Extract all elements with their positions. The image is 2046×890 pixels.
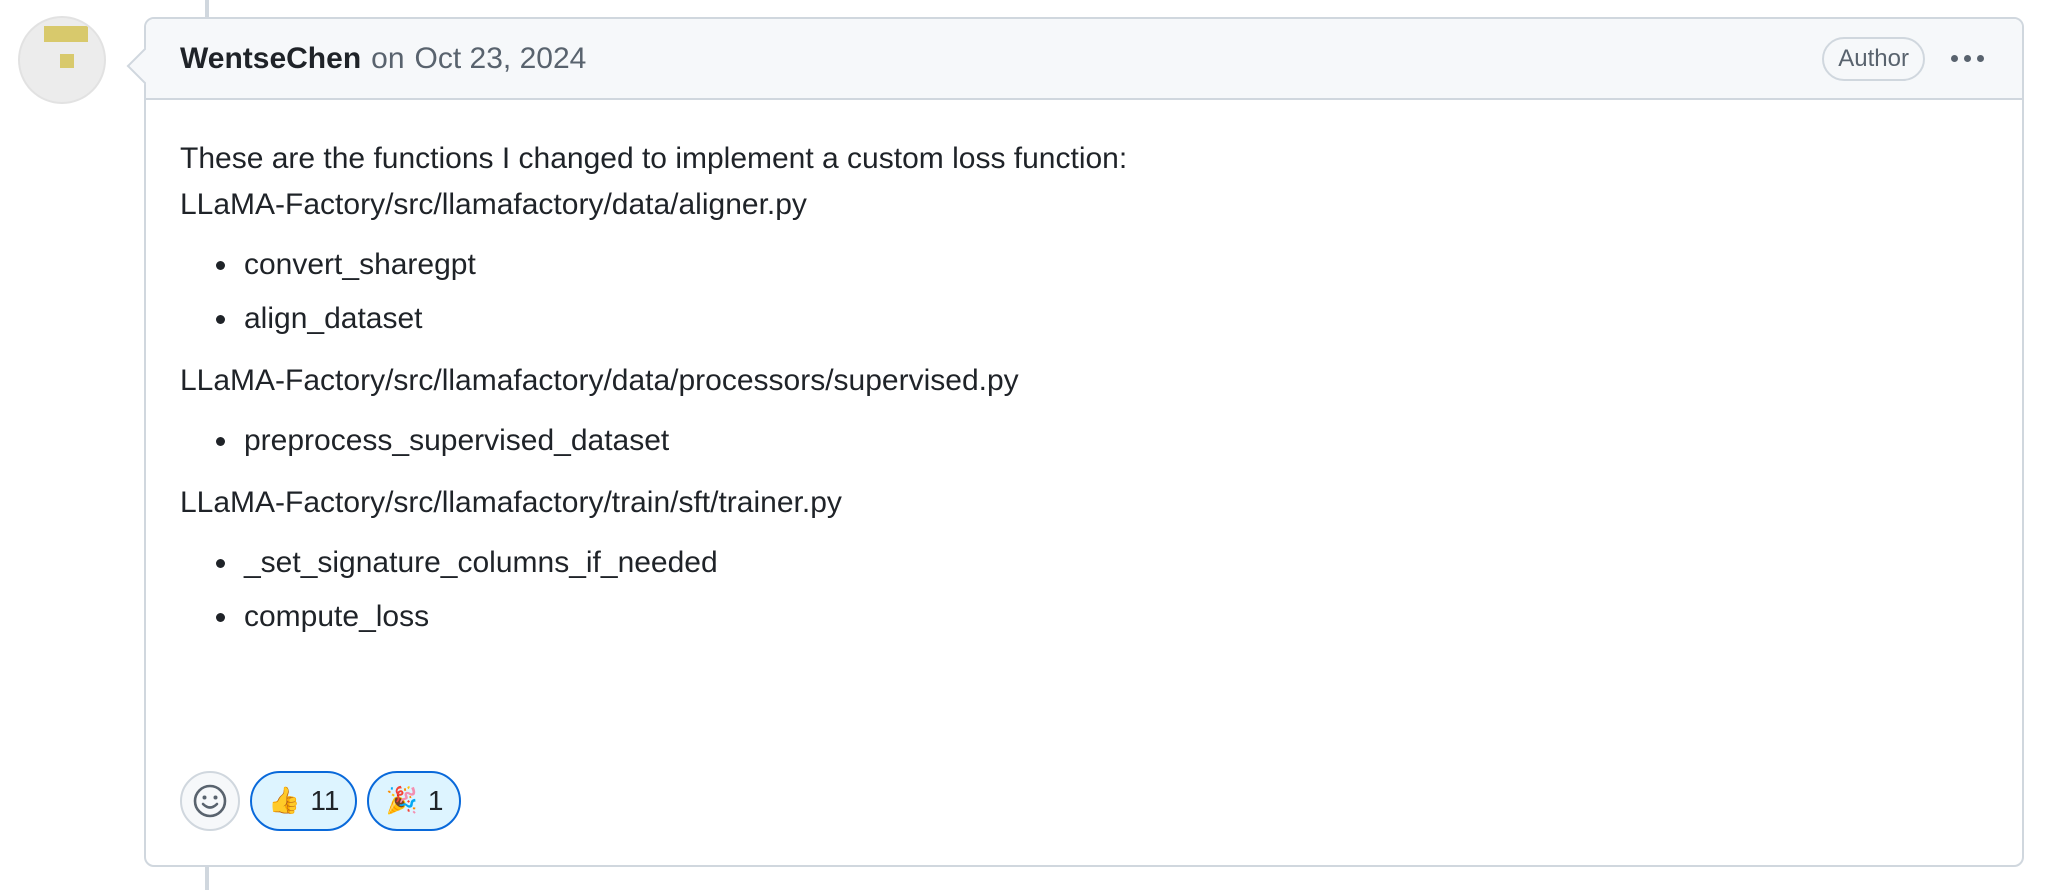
reaction-thumbs-up-button[interactable]: 👍 11 <box>250 771 358 831</box>
more-options-icon[interactable] <box>1947 47 1988 70</box>
comment-card: WentseChen on Oct 23, 2024 Author These … <box>144 17 2024 867</box>
header-actions: Author <box>1822 36 1988 81</box>
avatar-pattern-dot <box>60 54 74 68</box>
comment-date[interactable]: Oct 23, 2024 <box>415 42 587 76</box>
function-list: _set_signature_columns_if_needed compute… <box>180 540 1988 640</box>
file-path: LLaMA-Factory/src/llamafactory/data/alig… <box>180 188 807 221</box>
party-popper-icon: 🎉 <box>385 786 418 816</box>
function-list: convert_sharegpt align_dataset <box>180 242 1988 342</box>
on-text: on <box>371 41 405 75</box>
list-item: convert_sharegpt <box>240 242 1988 288</box>
kebab-dot <box>1964 55 1971 62</box>
reaction-count: 1 <box>427 785 444 816</box>
comment-intro: These are the functions I changed to imp… <box>180 142 1128 175</box>
file-path: LLaMA-Factory/src/llamafactory/data/proc… <box>180 364 1019 397</box>
kebab-dot <box>1977 55 1984 62</box>
avatar[interactable] <box>18 16 106 104</box>
thumbs-up-icon: 👍 <box>268 786 301 816</box>
list-item: compute_loss <box>240 594 1988 640</box>
smiley-icon <box>193 784 227 818</box>
file-path: LLaMA-Factory/src/llamafactory/train/sft… <box>180 486 842 519</box>
comment-body: These are the functions I changed to imp… <box>146 100 2022 640</box>
list-item: preprocess_supervised_dataset <box>240 418 1988 464</box>
function-list: preprocess_supervised_dataset <box>180 418 1988 464</box>
add-reaction-button[interactable] <box>180 771 240 831</box>
avatar-pattern <box>44 26 88 42</box>
author-badge: Author <box>1822 36 1925 81</box>
list-item: _set_signature_columns_if_needed <box>240 540 1988 586</box>
list-item: align_dataset <box>240 296 1988 342</box>
reaction-hooray-button[interactable]: 🎉 1 <box>367 771 462 831</box>
kebab-dot <box>1951 55 1958 62</box>
comment-header: WentseChen on Oct 23, 2024 Author <box>146 19 2022 100</box>
reaction-count: 11 <box>310 785 340 816</box>
reactions-bar: 👍 11 🎉 1 <box>180 771 462 831</box>
author-name[interactable]: WentseChen <box>180 42 361 76</box>
